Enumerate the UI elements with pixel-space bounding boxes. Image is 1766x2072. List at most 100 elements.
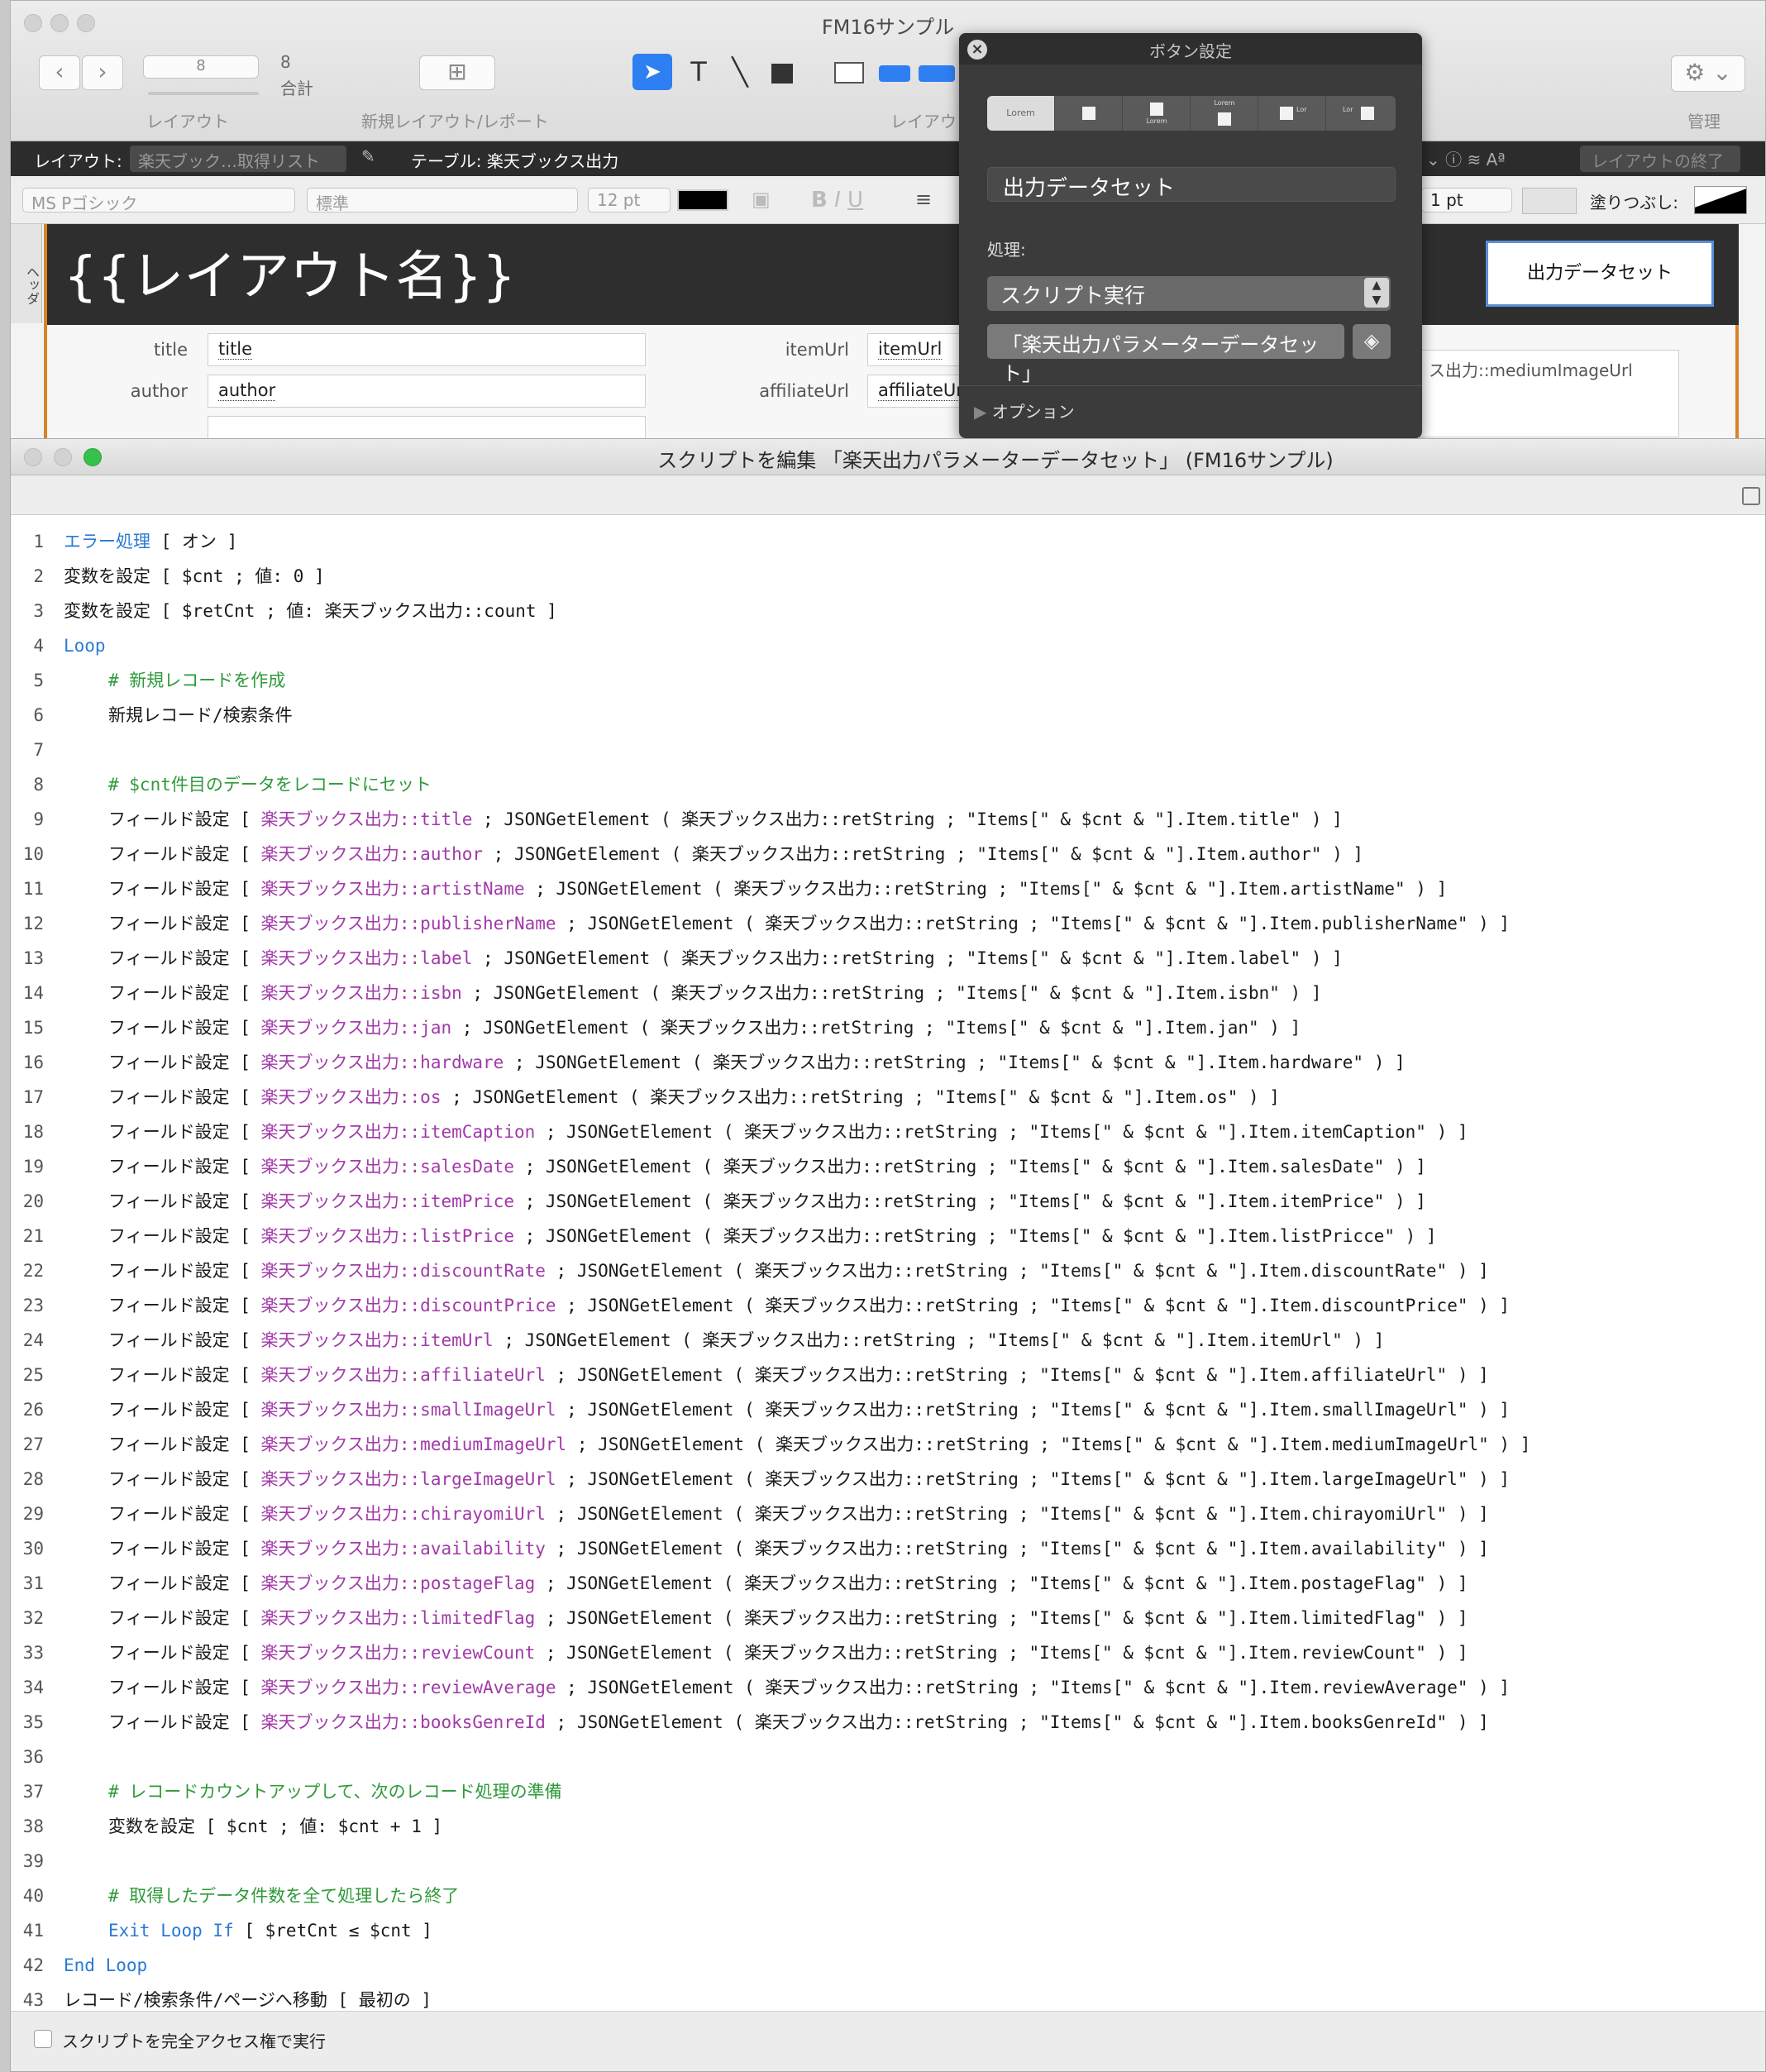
page-number-field[interactable]: 8 bbox=[143, 55, 259, 79]
script-line[interactable]: 30 フィールド設定 [ 楽天ブックス出力::availability ; JSO… bbox=[11, 1531, 1755, 1566]
script-code-area[interactable]: 1 エラー処理 [ オン ] 2 変数を設定 [ $cnt ; 値: 0 ] 3 変数を設… bbox=[11, 516, 1765, 2012]
script-line[interactable]: 40 # 取得したデータ件数を全て処理したら終了 bbox=[11, 1879, 1755, 1913]
fill-swatch[interactable] bbox=[1694, 186, 1747, 214]
script-line[interactable]: 7 bbox=[11, 733, 1755, 767]
button-bar-tool-button[interactable] bbox=[919, 65, 955, 82]
script-line[interactable]: 5 # 新規レコードを作成 bbox=[11, 663, 1755, 698]
style-option-text[interactable]: Lorem bbox=[987, 96, 1055, 131]
field-next[interactable] bbox=[208, 416, 646, 441]
script-line[interactable]: 23 フィールド設定 [ 楽天ブックス出力::discountPrice ; JS… bbox=[11, 1288, 1755, 1323]
inspector-icons[interactable]: ⌄ ⓘ ≋ Aª bbox=[1426, 146, 1506, 170]
pointer-tool-button[interactable]: ➤ bbox=[632, 54, 672, 90]
script-line[interactable]: 35 フィールド設定 [ 楽天ブックス出力::booksGenreId ; JSO… bbox=[11, 1705, 1755, 1740]
field-itemurl[interactable]: itemUrl bbox=[867, 333, 967, 366]
script-line[interactable]: 6 新規レコード/検索条件 bbox=[11, 698, 1755, 733]
script-line[interactable]: 20 フィールド設定 [ 楽天ブックス出力::itemPrice ; JSONGe… bbox=[11, 1184, 1755, 1219]
script-line[interactable]: 42 End Loop bbox=[11, 1948, 1755, 1983]
script-line[interactable]: 29 フィールド設定 [ 楽天ブックス出力::chirayomiUrl ; JSO… bbox=[11, 1497, 1755, 1531]
button-label-field[interactable]: 出力データセット bbox=[987, 167, 1396, 202]
script-line[interactable]: 32 フィールド設定 [ 楽天ブックス出力::limitedFlag ; JSON… bbox=[11, 1601, 1755, 1635]
line-tool-button[interactable]: ╲ bbox=[723, 54, 757, 90]
close-icon[interactable]: × bbox=[967, 40, 987, 60]
script-line[interactable]: 26 フィールド設定 [ 楽天ブックス出力::smallImageUrl ; JS… bbox=[11, 1392, 1755, 1427]
script-line[interactable]: 19 フィールド設定 [ 楽天ブックス出力::salesDate ; JSONGe… bbox=[11, 1149, 1755, 1184]
script-line[interactable]: 13 フィールド設定 [ 楽天ブックス出力::label ; JSONGetEle… bbox=[11, 941, 1755, 976]
control-step: End Loop bbox=[64, 1955, 148, 1975]
script-line[interactable]: 39 bbox=[11, 1844, 1755, 1879]
options-disclosure[interactable]: ▶ オプション bbox=[974, 399, 1075, 423]
script-line[interactable]: 17 フィールド設定 [ 楽天ブックス出力::os ; JSONGetElemen… bbox=[11, 1080, 1755, 1115]
script-line[interactable]: 25 フィールド設定 [ 楽天ブックス出力::affiliateUrl ; JSO… bbox=[11, 1358, 1755, 1392]
rectangle-tool-button[interactable] bbox=[771, 64, 793, 84]
script-line[interactable]: 1 エラー処理 [ オン ] bbox=[11, 524, 1755, 559]
image-container-field[interactable]: ス出力::mediumImageUrl bbox=[1420, 350, 1679, 437]
script-step: 変数を設定 [ $cnt ; 値: 0 ] bbox=[64, 559, 325, 594]
script-line[interactable]: 8 # $cnt件目のデータをレコードにセット bbox=[11, 767, 1755, 802]
line-color-swatch[interactable] bbox=[1522, 188, 1577, 214]
script-specify-button[interactable]: ◈ bbox=[1353, 324, 1391, 359]
field-title[interactable]: title bbox=[208, 333, 646, 366]
style-select[interactable]: 標準 bbox=[307, 188, 578, 213]
text-style-icons[interactable]: B I U bbox=[811, 188, 863, 212]
style-option-icon-text-right[interactable]: Lor bbox=[1258, 96, 1326, 131]
field-tool-button[interactable] bbox=[834, 62, 864, 84]
script-line[interactable]: 2 変数を設定 [ $cnt ; 値: 0 ] bbox=[11, 559, 1755, 594]
back-button[interactable]: ‹ bbox=[39, 55, 80, 90]
script-line[interactable]: 12 フィールド設定 [ 楽天ブックス出力::publisherName ; JS… bbox=[11, 906, 1755, 941]
script-line[interactable]: 38 変数を設定 [ $cnt ; 値: $cnt + 1 ] bbox=[11, 1809, 1755, 1844]
script-line[interactable]: 10 フィールド設定 [ 楽天ブックス出力::author ; JSONGetEl… bbox=[11, 837, 1755, 871]
script-line[interactable]: 4 Loop bbox=[11, 628, 1755, 663]
line-width-value: 1 pt bbox=[1430, 190, 1463, 210]
layout-nav-label: レイアウト bbox=[146, 112, 229, 131]
font-select[interactable]: MS Pゴシック bbox=[22, 188, 295, 213]
script-line[interactable]: 28 フィールド設定 [ 楽天ブックス出力::largeImageUrl ; JS… bbox=[11, 1462, 1755, 1497]
script-name-button[interactable]: 「楽天出力パラメーターデータセット」 bbox=[987, 324, 1344, 385]
script-line[interactable]: 22 フィールド設定 [ 楽天ブックス出力::discountRate ; JSO… bbox=[11, 1253, 1755, 1288]
text-tool-button[interactable]: T bbox=[682, 54, 715, 90]
script-line[interactable]: 18 フィールド設定 [ 楽天ブックス出力::itemCaption ; JSON… bbox=[11, 1115, 1755, 1149]
script-line[interactable]: 34 フィールド設定 [ 楽天ブックス出力::reviewAverage ; JS… bbox=[11, 1670, 1755, 1705]
layout-select[interactable]: 楽天ブック…取得リスト ⌄ bbox=[130, 146, 346, 192]
script-line[interactable]: 41 Exit Loop If [ $retCnt ≤ $cnt ] bbox=[11, 1913, 1755, 1948]
script-line[interactable]: 27 フィールド設定 [ 楽天ブックス出力::mediumImageUrl ; J… bbox=[11, 1427, 1755, 1462]
field-affiliateurl[interactable]: affiliateUrl bbox=[867, 375, 968, 408]
action-select[interactable]: スクリプト実行 ▲ ▼ bbox=[987, 276, 1391, 311]
script-line[interactable]: 14 フィールド設定 [ 楽天ブックス出力::isbn ; JSONGetElem… bbox=[11, 976, 1755, 1010]
line-width-select[interactable]: 1 pt bbox=[1421, 188, 1512, 212]
settings-button[interactable]: ⚙ ⌄ bbox=[1671, 55, 1745, 92]
align-left-icon[interactable]: ≡ bbox=[915, 188, 932, 211]
script-line[interactable]: 16 フィールド設定 [ 楽天ブックス出力::hardware ; JSONGet… bbox=[11, 1045, 1755, 1080]
header-part-tab[interactable]: ヘッダ bbox=[11, 224, 42, 323]
exit-layout-button[interactable]: レイアウトの終了 bbox=[1580, 146, 1740, 172]
output-dataset-layout-button[interactable]: 出力データセット bbox=[1486, 241, 1714, 307]
script-line[interactable]: 31 フィールド設定 [ 楽天ブックス出力::postageFlag ; JSON… bbox=[11, 1566, 1755, 1601]
font-size-select[interactable]: 12 pt bbox=[588, 188, 671, 212]
script-line[interactable]: 11 フィールド設定 [ 楽天ブックス出力::artistName ; JSONG… bbox=[11, 871, 1755, 906]
script-line[interactable]: 9 フィールド設定 [ 楽天ブックス出力::title ; JSONGetElem… bbox=[11, 802, 1755, 837]
step-text: フィールド設定 [ bbox=[108, 1712, 261, 1732]
full-access-checkbox[interactable] bbox=[34, 2030, 52, 2048]
text-highlight-icon[interactable]: ▣ bbox=[752, 188, 771, 211]
style-option-icon-text-below[interactable]: Lorem bbox=[1123, 96, 1191, 131]
script-line[interactable]: 24 フィールド設定 [ 楽天ブックス出力::itemUrl ; JSONGetE… bbox=[11, 1323, 1755, 1358]
script-line[interactable]: 21 フィールド設定 [ 楽天ブックス出力::listPrice ; JSONGe… bbox=[11, 1219, 1755, 1253]
page-slider[interactable] bbox=[148, 92, 259, 95]
script-line[interactable]: 33 フィールド設定 [ 楽天ブックス出力::reviewCount ; JSON… bbox=[11, 1635, 1755, 1670]
window-title: FM16サンプル bbox=[821, 16, 955, 39]
line-number: 13 bbox=[22, 948, 44, 968]
text-color-swatch[interactable] bbox=[677, 189, 728, 211]
script-line[interactable]: 3 変数を設定 [ $retCnt ; 値: 楽天ブックス出力::count ] bbox=[11, 594, 1755, 628]
style-option-icon[interactable] bbox=[1055, 96, 1123, 131]
window-copy-icon[interactable] bbox=[1742, 487, 1760, 505]
layout-titlebar: FM16サンプル ‹ › 8 8 合計 レイアウト ⊞ 新規レイアウト/レポート… bbox=[11, 1, 1765, 141]
script-line[interactable]: 15 フィールド設定 [ 楽天ブックス出力::jan ; JSONGetEleme… bbox=[11, 1010, 1755, 1045]
forward-button[interactable]: › bbox=[82, 55, 123, 90]
script-line[interactable]: 36 bbox=[11, 1740, 1755, 1774]
style-option-icon-text-above[interactable]: Lorem bbox=[1191, 96, 1258, 131]
edit-layout-pencil-icon[interactable]: ✎ bbox=[361, 146, 375, 166]
field-author[interactable]: author bbox=[208, 375, 646, 408]
style-option-icon-text-left[interactable]: Lor bbox=[1326, 96, 1394, 131]
new-layout-button[interactable]: ⊞ bbox=[419, 55, 495, 90]
script-line[interactable]: 37 # レコードカウントアップして、次のレコード処理の準備 bbox=[11, 1774, 1755, 1809]
button-tool-button[interactable] bbox=[879, 65, 910, 82]
